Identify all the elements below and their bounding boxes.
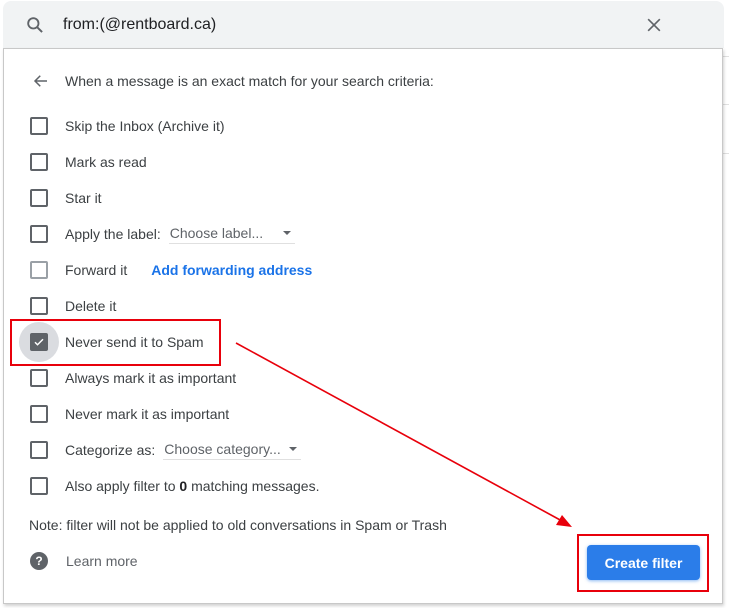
option-label: Forward it [65, 262, 128, 278]
option-label-suffix: matching messages. [187, 478, 320, 494]
caret-down-icon [288, 446, 297, 451]
option-apply-label[interactable]: Apply the label: Choose label... [30, 224, 296, 244]
option-apply-existing[interactable]: Also apply filter to 0 matching messages… [30, 476, 319, 496]
option-always-important[interactable]: Always mark it as important [30, 368, 236, 388]
checkbox[interactable] [30, 369, 48, 387]
help-icon: ? [30, 552, 48, 570]
panel-header-text: When a message is an exact match for you… [65, 73, 434, 89]
checkbox[interactable] [30, 297, 48, 315]
arrow-left-icon[interactable] [32, 72, 50, 90]
annotation-box-never-spam [10, 319, 221, 366]
option-mark-as-read[interactable]: Mark as read [30, 152, 147, 172]
learn-more-link[interactable]: ? Learn more [30, 552, 138, 570]
option-label: Apply the label: [65, 226, 161, 242]
annotation-box-create-filter [577, 534, 709, 592]
option-label-prefix: Also apply filter to [65, 478, 180, 494]
checkbox[interactable] [30, 477, 48, 495]
divider [723, 104, 729, 105]
checkbox[interactable] [30, 117, 48, 135]
checkbox[interactable] [30, 189, 48, 207]
option-categorize[interactable]: Categorize as: Choose category... [30, 440, 301, 460]
add-forwarding-address-link[interactable]: Add forwarding address [151, 262, 312, 278]
search-bar: from:(@rentboard.ca) [3, 1, 724, 48]
checkbox[interactable] [30, 405, 48, 423]
checkbox[interactable] [30, 261, 48, 279]
option-never-important[interactable]: Never mark it as important [30, 404, 229, 424]
search-icon[interactable] [25, 15, 45, 35]
search-input[interactable]: from:(@rentboard.ca) [63, 16, 216, 34]
category-select-value: Choose category... [164, 440, 281, 457]
checkbox[interactable] [30, 225, 48, 243]
close-icon[interactable] [644, 15, 664, 35]
panel-header: When a message is an exact match for you… [32, 72, 434, 90]
option-star-it[interactable]: Star it [30, 188, 102, 208]
option-label: Categorize as: [65, 442, 156, 458]
divider [723, 153, 729, 154]
option-label: Always mark it as important [65, 370, 237, 386]
checkbox[interactable] [30, 441, 48, 459]
option-label: Never mark it as important [65, 406, 230, 422]
label-select[interactable]: Choose label... [168, 224, 296, 244]
option-delete-it[interactable]: Delete it [30, 296, 116, 316]
option-label: Mark as read [65, 154, 147, 170]
label-select-value: Choose label... [169, 224, 264, 241]
option-label: Delete it [65, 298, 117, 314]
matching-count: 0 [179, 478, 188, 494]
option-forward-it[interactable]: Forward it Add forwarding address [30, 260, 312, 280]
option-label: Skip the Inbox (Archive it) [65, 118, 225, 134]
filter-note: Note: filter will not be applied to old … [29, 517, 447, 533]
category-select[interactable]: Choose category... [163, 440, 301, 460]
caret-down-icon [283, 230, 292, 235]
option-skip-inbox[interactable]: Skip the Inbox (Archive it) [30, 116, 225, 136]
checkbox[interactable] [30, 153, 48, 171]
learn-more-label: Learn more [66, 553, 138, 569]
divider [723, 56, 729, 57]
option-label: Star it [65, 190, 102, 206]
